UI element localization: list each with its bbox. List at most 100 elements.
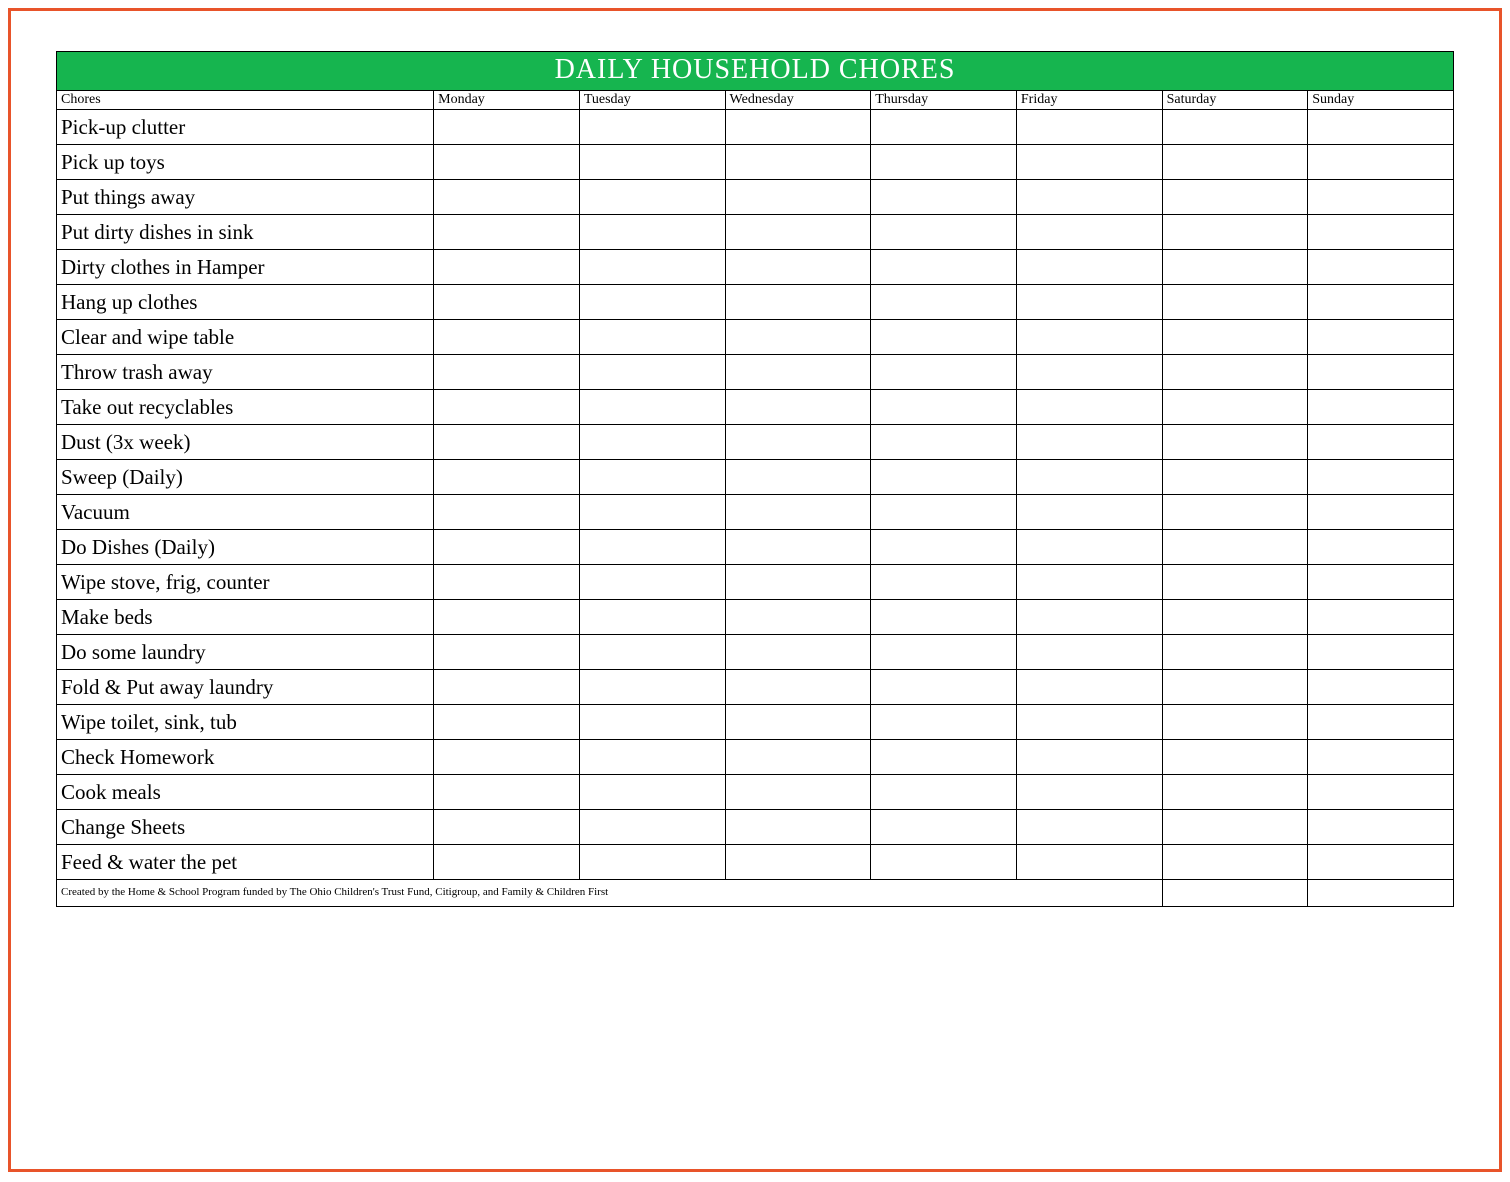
chore-day-cell[interactable] <box>725 285 871 320</box>
chore-day-cell[interactable] <box>871 740 1017 775</box>
chore-day-cell[interactable] <box>434 215 580 250</box>
chore-day-cell[interactable] <box>1162 530 1308 565</box>
chore-day-cell[interactable] <box>579 355 725 390</box>
chore-day-cell[interactable] <box>1016 145 1162 180</box>
chore-day-cell[interactable] <box>725 145 871 180</box>
chore-day-cell[interactable] <box>579 775 725 810</box>
chore-day-cell[interactable] <box>434 495 580 530</box>
chore-day-cell[interactable] <box>1308 145 1454 180</box>
chore-day-cell[interactable] <box>1016 250 1162 285</box>
chore-day-cell[interactable] <box>725 425 871 460</box>
chore-day-cell[interactable] <box>1016 845 1162 880</box>
chore-day-cell[interactable] <box>871 425 1017 460</box>
chore-day-cell[interactable] <box>1308 180 1454 215</box>
chore-day-cell[interactable] <box>434 810 580 845</box>
chore-day-cell[interactable] <box>871 810 1017 845</box>
chore-day-cell[interactable] <box>434 740 580 775</box>
chore-day-cell[interactable] <box>1162 810 1308 845</box>
chore-day-cell[interactable] <box>1162 425 1308 460</box>
chore-day-cell[interactable] <box>434 110 580 145</box>
chore-day-cell[interactable] <box>1308 670 1454 705</box>
chore-day-cell[interactable] <box>1162 390 1308 425</box>
chore-day-cell[interactable] <box>871 845 1017 880</box>
chore-day-cell[interactable] <box>579 425 725 460</box>
chore-day-cell[interactable] <box>1162 145 1308 180</box>
chore-day-cell[interactable] <box>725 565 871 600</box>
chore-day-cell[interactable] <box>871 250 1017 285</box>
chore-day-cell[interactable] <box>1162 250 1308 285</box>
chore-day-cell[interactable] <box>579 740 725 775</box>
chore-day-cell[interactable] <box>1162 600 1308 635</box>
chore-day-cell[interactable] <box>1162 845 1308 880</box>
chore-day-cell[interactable] <box>1162 110 1308 145</box>
chore-day-cell[interactable] <box>579 110 725 145</box>
chore-day-cell[interactable] <box>579 320 725 355</box>
chore-day-cell[interactable] <box>579 250 725 285</box>
chore-day-cell[interactable] <box>871 215 1017 250</box>
chore-day-cell[interactable] <box>434 845 580 880</box>
chore-day-cell[interactable] <box>1016 355 1162 390</box>
chore-day-cell[interactable] <box>871 775 1017 810</box>
chore-day-cell[interactable] <box>1016 810 1162 845</box>
chore-day-cell[interactable] <box>1308 600 1454 635</box>
chore-day-cell[interactable] <box>1308 390 1454 425</box>
chore-day-cell[interactable] <box>1162 285 1308 320</box>
chore-day-cell[interactable] <box>1162 635 1308 670</box>
chore-day-cell[interactable] <box>434 670 580 705</box>
chore-day-cell[interactable] <box>579 285 725 320</box>
chore-day-cell[interactable] <box>725 390 871 425</box>
chore-day-cell[interactable] <box>1308 355 1454 390</box>
chore-day-cell[interactable] <box>725 180 871 215</box>
chore-day-cell[interactable] <box>579 565 725 600</box>
chore-day-cell[interactable] <box>1162 565 1308 600</box>
chore-day-cell[interactable] <box>871 285 1017 320</box>
chore-day-cell[interactable] <box>1308 705 1454 740</box>
chore-day-cell[interactable] <box>725 810 871 845</box>
chore-day-cell[interactable] <box>725 635 871 670</box>
chore-day-cell[interactable] <box>1016 110 1162 145</box>
chore-day-cell[interactable] <box>725 110 871 145</box>
chore-day-cell[interactable] <box>1162 215 1308 250</box>
chore-day-cell[interactable] <box>1016 180 1162 215</box>
chore-day-cell[interactable] <box>871 320 1017 355</box>
chore-day-cell[interactable] <box>434 705 580 740</box>
chore-day-cell[interactable] <box>579 145 725 180</box>
chore-day-cell[interactable] <box>434 775 580 810</box>
chore-day-cell[interactable] <box>1308 530 1454 565</box>
chore-day-cell[interactable] <box>579 390 725 425</box>
chore-day-cell[interactable] <box>1162 180 1308 215</box>
chore-day-cell[interactable] <box>725 460 871 495</box>
chore-day-cell[interactable] <box>871 110 1017 145</box>
chore-day-cell[interactable] <box>579 810 725 845</box>
chore-day-cell[interactable] <box>871 460 1017 495</box>
chore-day-cell[interactable] <box>725 670 871 705</box>
chore-day-cell[interactable] <box>434 320 580 355</box>
chore-day-cell[interactable] <box>725 250 871 285</box>
chore-day-cell[interactable] <box>434 180 580 215</box>
chore-day-cell[interactable] <box>1016 425 1162 460</box>
chore-day-cell[interactable] <box>1308 845 1454 880</box>
chore-day-cell[interactable] <box>1308 565 1454 600</box>
chore-day-cell[interactable] <box>434 530 580 565</box>
chore-day-cell[interactable] <box>434 355 580 390</box>
chore-day-cell[interactable] <box>579 845 725 880</box>
chore-day-cell[interactable] <box>1308 110 1454 145</box>
chore-day-cell[interactable] <box>579 705 725 740</box>
chore-day-cell[interactable] <box>579 460 725 495</box>
chore-day-cell[interactable] <box>725 740 871 775</box>
chore-day-cell[interactable] <box>434 390 580 425</box>
chore-day-cell[interactable] <box>1308 250 1454 285</box>
chore-day-cell[interactable] <box>1016 495 1162 530</box>
chore-day-cell[interactable] <box>1162 495 1308 530</box>
chore-day-cell[interactable] <box>1308 740 1454 775</box>
chore-day-cell[interactable] <box>434 145 580 180</box>
chore-day-cell[interactable] <box>871 495 1017 530</box>
chore-day-cell[interactable] <box>1308 775 1454 810</box>
chore-day-cell[interactable] <box>579 495 725 530</box>
chore-day-cell[interactable] <box>871 565 1017 600</box>
chore-day-cell[interactable] <box>1162 670 1308 705</box>
chore-day-cell[interactable] <box>1308 635 1454 670</box>
chore-day-cell[interactable] <box>1016 635 1162 670</box>
chore-day-cell[interactable] <box>725 775 871 810</box>
chore-day-cell[interactable] <box>1162 740 1308 775</box>
